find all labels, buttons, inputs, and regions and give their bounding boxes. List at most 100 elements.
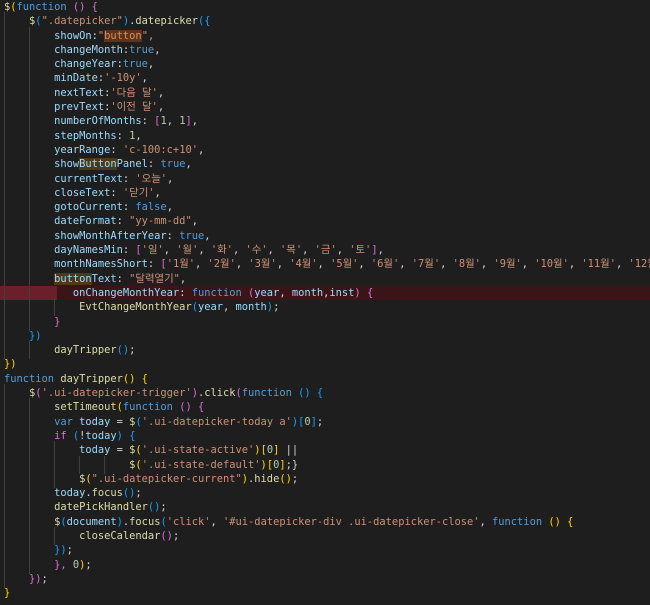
indent-guide (29, 72, 54, 84)
indent-guide (4, 115, 29, 127)
code-line[interactable]: if (!today) { (0, 429, 650, 443)
code-line[interactable]: dayNamesMin: ['일', '월', '화', '수', '목', '… (0, 243, 650, 257)
code-line[interactable]: dateFormat: "yy-mm-dd", (0, 214, 650, 228)
code-line[interactable]: }, 0); (0, 558, 650, 572)
code-token: '일' (141, 244, 164, 257)
code-token: '2월' (207, 258, 236, 271)
code-token: , (197, 143, 205, 156)
code-token: , (157, 86, 165, 99)
code-token: , (179, 272, 187, 285)
code-line[interactable]: }); (0, 572, 650, 586)
code-token: yearRange (54, 143, 111, 156)
code-line[interactable]: $(".ui-datepicker-current").hide(); (0, 472, 650, 486)
code-line[interactable]: $('.ui-datepicker-trigger').click(functi… (0, 386, 650, 400)
code-token: }) (4, 358, 17, 371)
indent-guide (4, 158, 29, 170)
code-line[interactable]: gotoCurrent: false, (0, 200, 650, 214)
code-token: : (166, 229, 180, 242)
code-line[interactable]: function dayTripper() { (0, 372, 650, 386)
code-line[interactable]: closeCalendar(); (0, 529, 650, 543)
code-token: '11월' (581, 258, 616, 271)
indent-guide (29, 101, 54, 113)
code-token: function (241, 387, 292, 400)
indent-guide (29, 144, 54, 156)
code-token: document (66, 515, 117, 528)
indent-guide (29, 416, 54, 428)
code-token: '수' (245, 244, 268, 257)
code-line[interactable]: $('.ui-state-default')[0];} (0, 458, 650, 472)
code-line[interactable]: }) (0, 357, 650, 371)
code-token: , (191, 215, 198, 228)
code-line[interactable]: nextText:'다음 달', (0, 86, 650, 100)
code-line[interactable]: changeMonth:true, (0, 43, 650, 57)
code-token: : (141, 115, 155, 128)
indent-guide (29, 487, 54, 499)
code-token: changeMonth (54, 43, 123, 56)
code-token: , (279, 286, 292, 299)
code-line[interactable]: minDate:'-10y', (0, 71, 650, 85)
code-token: ; (291, 472, 299, 485)
code-token: dateFormat (54, 215, 117, 228)
code-token: , (440, 258, 453, 271)
code-line[interactable]: today = $('.ui-state-active')[0] || (0, 443, 650, 457)
code-token: ( (35, 15, 42, 28)
code-line[interactable]: showMonthAfterYear: true, (0, 229, 650, 243)
code-line[interactable]: var today = $('.ui-datepicker-today a')[… (0, 415, 650, 429)
code-token: ( (35, 387, 42, 400)
code-line[interactable]: }) (0, 329, 650, 343)
code-token: 'c-100:c+10' (122, 143, 198, 156)
code-token: ; (160, 501, 167, 514)
code-line[interactable]: numberOfMonths: [1, 1], (0, 114, 650, 128)
code-line[interactable]: prevText:'이전 달', (0, 100, 650, 114)
code-line[interactable]: dayTripper(); (0, 343, 650, 357)
code-line[interactable]: changeYear:true, (0, 57, 650, 71)
code-token: , (135, 129, 142, 142)
code-token: ) (260, 458, 267, 471)
code-token: : (110, 186, 123, 199)
code-line[interactable]: currentText: '오늘', (0, 172, 650, 186)
code-line[interactable]: buttonText: "달력열기", (0, 272, 650, 286)
code-line[interactable]: onChangeMonthYear: function (year, month… (0, 285, 650, 301)
code-token: : (147, 158, 161, 171)
code-token: , (399, 258, 412, 271)
indent-guide (4, 416, 29, 428)
code-token: () (116, 344, 130, 357)
code-line[interactable]: monthNamesShort: ['1월', '2월', '3월', '4월'… (0, 257, 650, 271)
indent-guide (4, 544, 29, 556)
code-token: ".datepicker" (41, 15, 123, 28)
code-line[interactable]: $(".datepicker").datepicker({ (0, 14, 650, 28)
code-line[interactable]: today.focus(); (0, 486, 650, 500)
code-token: : (110, 143, 123, 156)
code-line[interactable]: yearRange: 'c-100:c+10', (0, 143, 650, 157)
code-line[interactable]: stepMonths: 1, (0, 129, 650, 143)
code-token: false (135, 201, 167, 214)
code-token: , (377, 244, 384, 257)
code-line[interactable]: datePickHandler(); (0, 500, 650, 514)
code-line[interactable]: $(document).focus('click', '#ui-datepick… (0, 515, 650, 529)
code-token: focus (91, 487, 123, 500)
code-token: , (147, 58, 155, 71)
code-token: , (154, 186, 161, 199)
code-token: '-10y' (104, 72, 142, 85)
indent-guide (4, 501, 29, 513)
code-line[interactable]: setTimeout(function () { (0, 400, 650, 414)
code-token: }) (29, 329, 42, 342)
code-line[interactable]: closeText: '닫기', (0, 186, 650, 200)
code-line[interactable]: EvtChangeMonthYear(year, month); (0, 300, 650, 314)
code-line[interactable]: $(function () { (0, 0, 650, 14)
indent-guide (4, 530, 29, 542)
indent-guide (29, 430, 54, 442)
code-line[interactable]: } (0, 586, 650, 600)
code-line[interactable]: showOn:"button", (0, 29, 650, 43)
code-token: focus (129, 515, 161, 528)
code-line[interactable]: showButtonPanel: true, (0, 157, 650, 171)
code-line[interactable]: }); (0, 543, 650, 557)
indent-guide (4, 87, 29, 99)
code-token: ( (135, 444, 142, 457)
code-line[interactable]: } (0, 315, 650, 329)
indent-guide (4, 344, 29, 356)
code-token: () (548, 515, 561, 528)
indent-guide (29, 501, 54, 513)
code-editor[interactable]: $(function () { $(".datepicker").datepic… (0, 0, 650, 605)
